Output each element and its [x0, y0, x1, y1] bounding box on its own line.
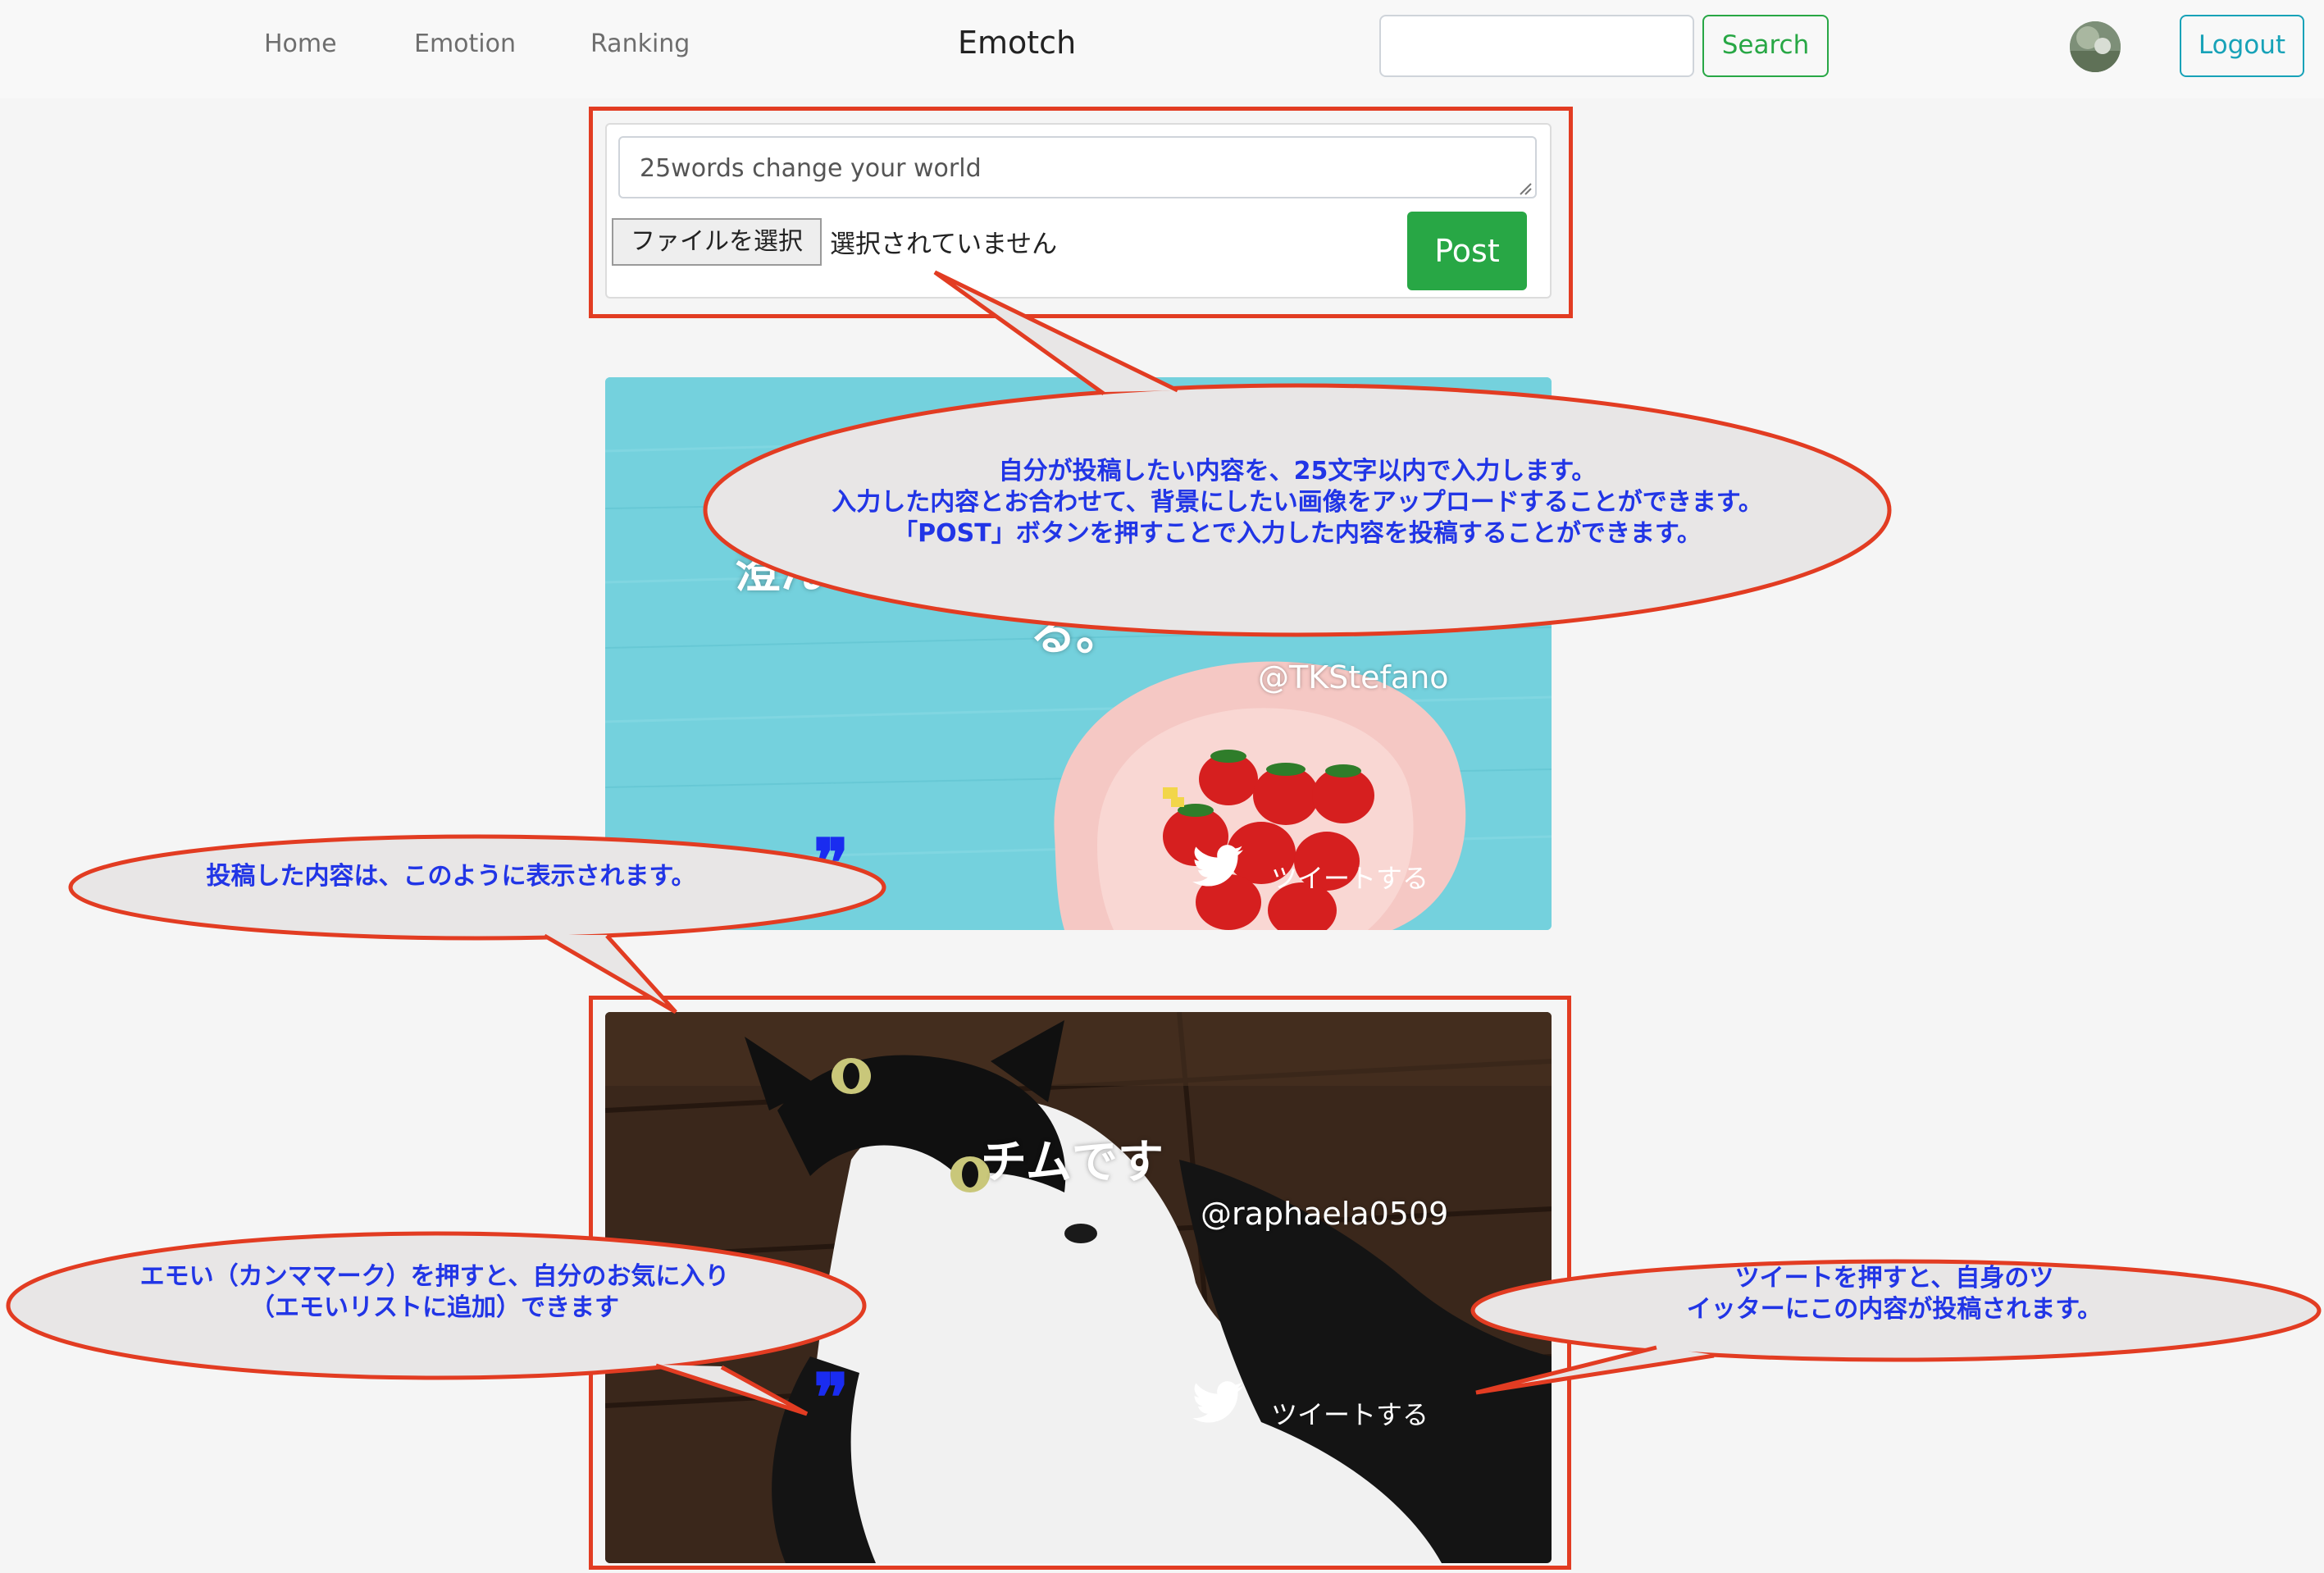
callout-tweet-text: ツイートを押すと、自身のツ イッターにこの内容が投稿されます。: [1550, 1263, 2239, 1325]
callout-post-form-bubble: [703, 270, 1892, 637]
callout-layer: [6, 270, 2322, 1416]
callout-line: 投稿した内容は、このように表示されます。: [206, 862, 696, 891]
callout-line: 入力した内容とお合わせて、背景にしたい画像をアップロードすることができます。: [832, 488, 1763, 517]
callout-emoi-bubble: [6, 1231, 867, 1416]
callout-line: 「POST」ボタンを押すことで入力した内容を投稿することができます。: [893, 519, 1702, 548]
callout-emoi-text: エモい（カンママーク）を押すと、自分のお気に入り （エモいリストに追加）できます: [49, 1261, 820, 1324]
callout-line: エモい（カンママーク）を押すと、自分のお気に入り: [139, 1262, 730, 1291]
callout-line: （エモいリストに追加）できます: [250, 1293, 619, 1322]
callout-display-text: 投稿した内容は、このように表示されます。: [82, 861, 820, 892]
callout-line: 自分が投稿したい内容を、25文字以内で入力します。: [998, 457, 1597, 486]
callout-line: ツイートを押すと、自身のツ: [1734, 1264, 2054, 1293]
callout-line: イッターにこの内容が投稿されます。: [1686, 1295, 2103, 1324]
callout-post-form-text: 自分が投稿したい内容を、25文字以内で入力します。 入力した内容とお合わせて、背…: [723, 456, 1871, 549]
